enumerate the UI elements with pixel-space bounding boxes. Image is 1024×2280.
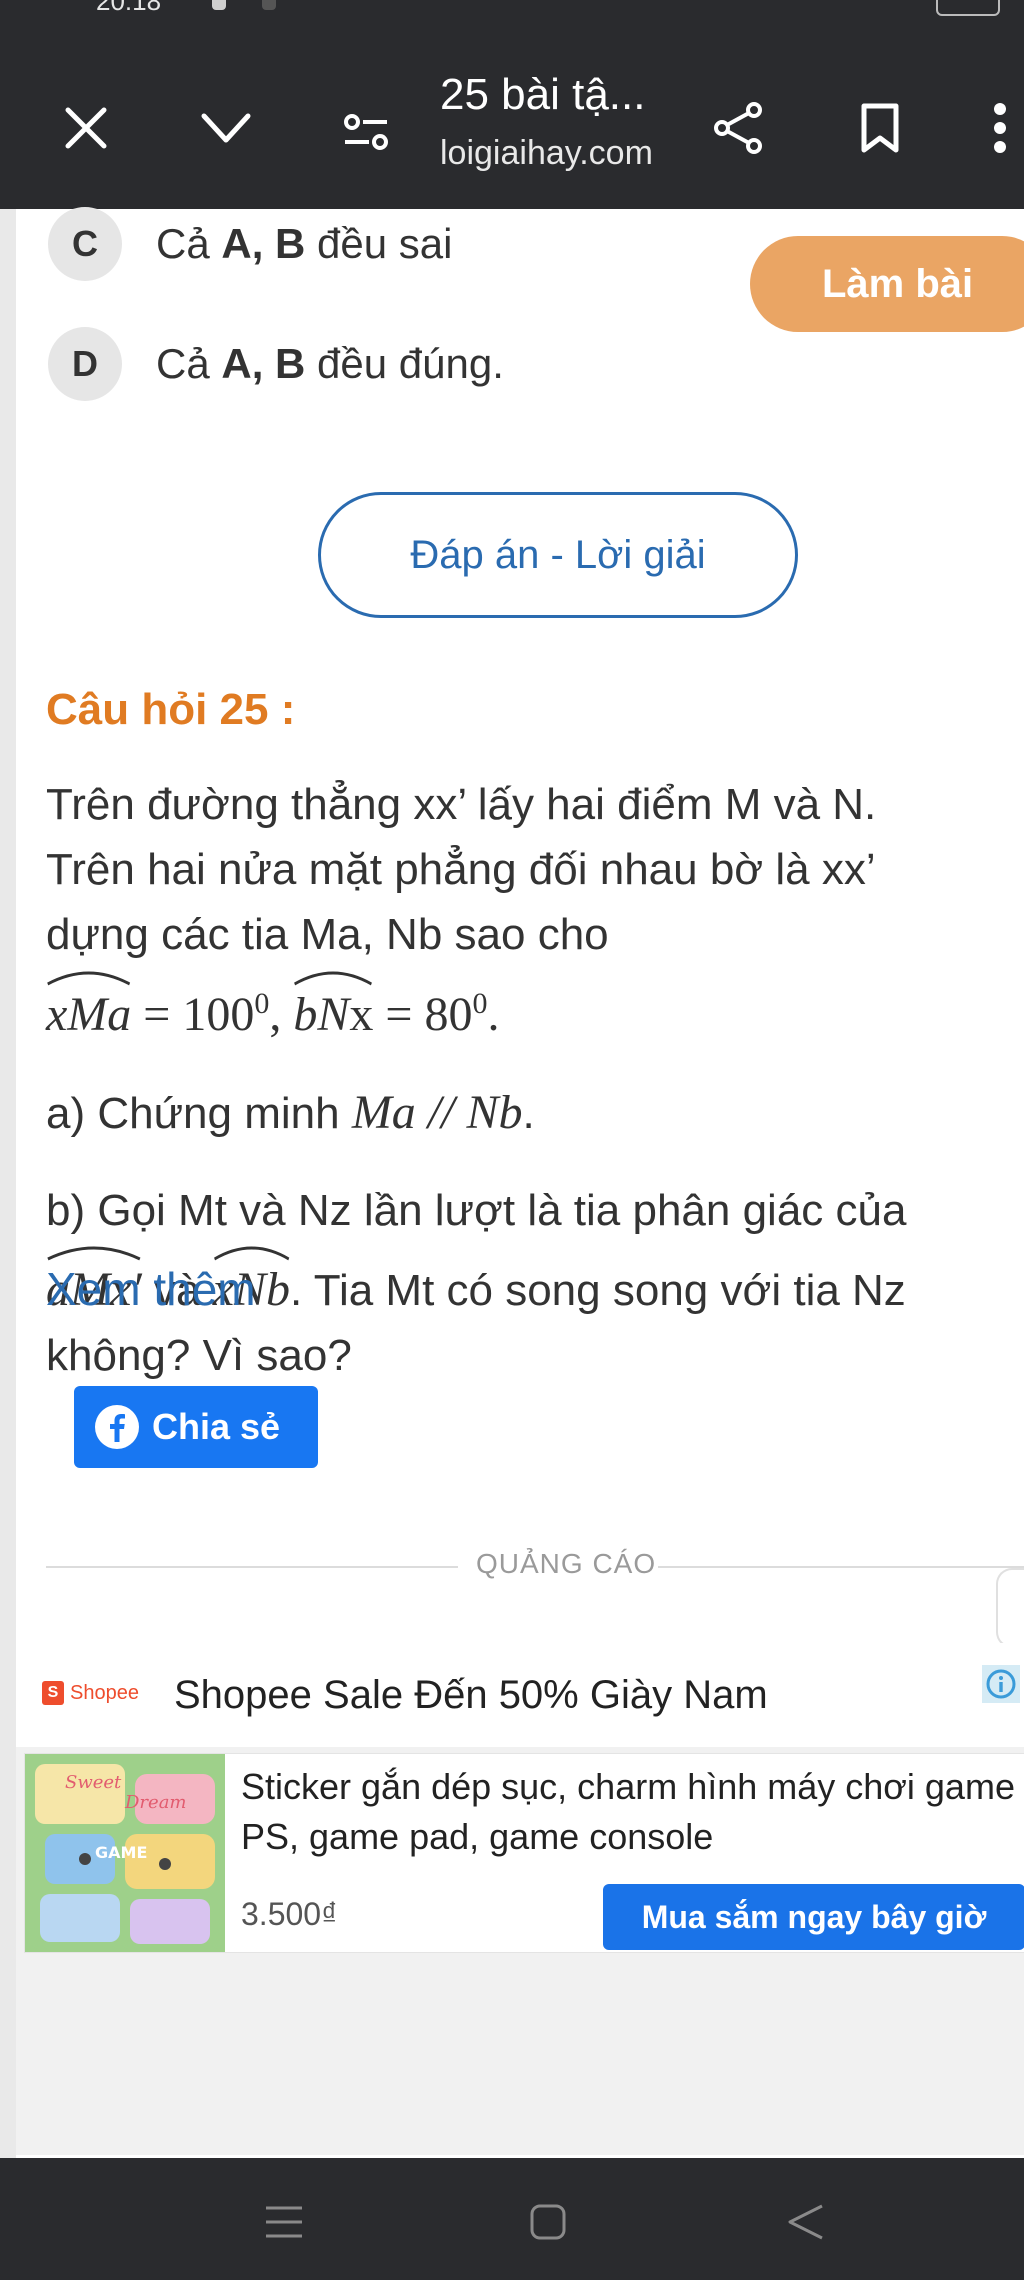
svg-text:Dream: Dream bbox=[124, 1792, 187, 1813]
shopee-bag-icon: S bbox=[42, 1681, 64, 1705]
battery-icon bbox=[936, 0, 1000, 16]
shop-now-button[interactable]: Mua sắm ngay bây giờ bbox=[603, 1884, 1024, 1950]
answer-option-d[interactable]: D Cả A, B đều đúng. bbox=[48, 327, 504, 401]
ad-container: S Shopee Shopee Sale Đến 50% Giày Nam Sw… bbox=[16, 1643, 1024, 2155]
part-b-line3: không? Vì sao? bbox=[46, 1331, 352, 1380]
option-letter: C bbox=[48, 207, 122, 281]
angle-bnx: bNx bbox=[293, 971, 373, 1047]
ad-header[interactable]: S Shopee Shopee Sale Đến 50% Giày Nam bbox=[16, 1643, 1024, 1747]
back-icon[interactable] bbox=[776, 2192, 836, 2252]
product-price: 3.500₫ bbox=[241, 1896, 338, 1932]
question-line: Trên đường thẳng xx’ lấy hai điểm M và N… bbox=[46, 780, 877, 829]
angle-xma: xMa bbox=[46, 971, 131, 1047]
home-icon[interactable] bbox=[518, 2192, 578, 2252]
svg-text:GAME: GAME bbox=[95, 1843, 147, 1862]
facebook-icon bbox=[94, 1404, 140, 1450]
app-icon bbox=[262, 0, 276, 10]
page-url: loigiaihay.com bbox=[440, 134, 653, 172]
part-a: a) Chứng minh Ma // Nb. bbox=[46, 1086, 535, 1139]
facebook-share-button[interactable]: Chia sẻ bbox=[74, 1386, 318, 1468]
question-line: dựng các tia Ma, Nb sao cho bbox=[46, 910, 609, 959]
ad-title: Shopee Sale Đến 50% Giày Nam bbox=[174, 1673, 768, 1717]
option-text: Cả A, B đều đúng. bbox=[156, 340, 504, 387]
status-bar: 20:18 bbox=[0, 0, 1024, 18]
menu-icon[interactable] bbox=[254, 2192, 314, 2252]
answer-solution-button[interactable]: Đáp án - Lời giải bbox=[318, 492, 798, 618]
reader-settings-icon[interactable] bbox=[336, 102, 396, 162]
ad-side-tab[interactable] bbox=[996, 1568, 1024, 1648]
part-b-line1: b) Gọi Mt và Nz lần lượt là tia phân giá… bbox=[46, 1186, 907, 1235]
svg-text:Sweet: Sweet bbox=[65, 1772, 122, 1793]
product-image: Sweet Dream GAME bbox=[25, 1754, 225, 1952]
ad-product-card[interactable]: Sweet Dream GAME Sticker gắn dép sục, ch… bbox=[24, 1753, 1024, 1953]
system-nav-bar bbox=[0, 2158, 1024, 2280]
answer-option-c[interactable]: C Cả A, B đều sai bbox=[48, 207, 452, 281]
math-expression: xMa = 1000, bNx = 800. bbox=[46, 971, 499, 1041]
close-icon[interactable] bbox=[56, 98, 116, 158]
option-text: Cả A, B đều sai bbox=[156, 220, 453, 267]
divider bbox=[658, 1566, 1024, 1568]
ad-label: QUẢNG CÁO bbox=[476, 1548, 657, 1579]
chevron-down-icon[interactable] bbox=[196, 98, 256, 158]
more-vert-icon[interactable] bbox=[980, 98, 1020, 158]
page-title: 25 bài tậ... bbox=[440, 70, 646, 119]
question-math-line: xMa = 1000, bNx = 800. bbox=[46, 971, 1024, 1048]
left-edge-bar bbox=[0, 209, 16, 2159]
ad-info-icon[interactable] bbox=[982, 1665, 1020, 1703]
option-letter: D bbox=[48, 327, 122, 401]
question-title: Câu hỏi 25 : bbox=[46, 685, 296, 734]
share-label: Chia sẻ bbox=[152, 1406, 281, 1447]
ad-separator: QUẢNG CÁO bbox=[46, 1546, 1024, 1586]
divider bbox=[46, 1566, 458, 1568]
notification-icon bbox=[212, 0, 226, 10]
share-icon[interactable] bbox=[706, 96, 770, 160]
see-more-link[interactable]: Xem thêm bbox=[46, 1262, 256, 1316]
product-description: Sticker gắn dép sục, charm hình máy chơi… bbox=[241, 1766, 1015, 1857]
bookmark-icon[interactable] bbox=[850, 96, 910, 160]
browser-toolbar: 25 bài tậ... loigiaihay.com bbox=[0, 18, 1024, 209]
question-line: Trên hai nửa mặt phẳng đối nhau bờ là xx… bbox=[46, 845, 876, 894]
status-time: 20:18 bbox=[96, 0, 162, 16]
lam-bai-button[interactable]: Làm bài bbox=[750, 236, 1024, 332]
shopee-logo: S Shopee bbox=[42, 1681, 139, 1705]
